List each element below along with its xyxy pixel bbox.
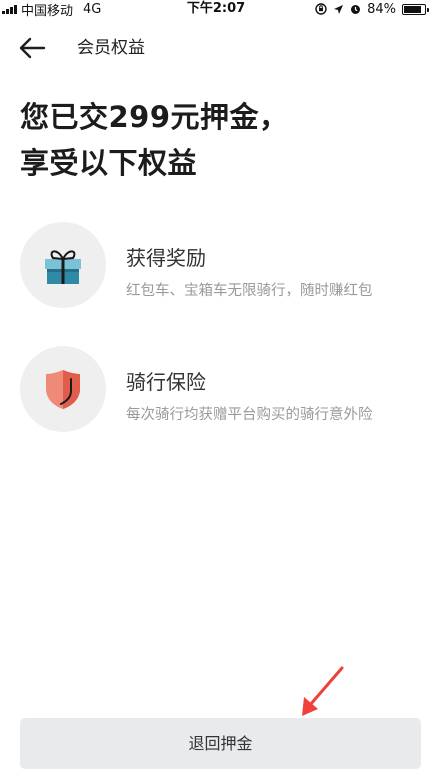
headline-line-2: 享受以下权益 (20, 146, 198, 180)
benefit-title: 骑行保险 (126, 370, 206, 394)
status-bar: 中国移动 4G 下午2:07 84% (0, 0, 432, 19)
status-right: 84% (315, 0, 429, 18)
battery-icon (402, 3, 429, 15)
benefit-item-reward: 获得奖励 红包车、宝箱车无限骑行，随时赚红包 (20, 222, 420, 312)
location-icon (334, 4, 344, 14)
page-title: 会员权益 (77, 38, 145, 58)
deposit-headline: 您已交299元押金， 享受以下权益 (20, 94, 420, 186)
benefit-title: 获得奖励 (126, 246, 206, 270)
headline-line-1: 您已交299元押金， (20, 100, 289, 134)
screen: 中国移动 4G 下午2:07 84% 会员权益 您已交299元押金， 享受以下权… (0, 0, 432, 779)
alarm-icon (351, 5, 361, 14)
gift-icon (45, 250, 81, 284)
pointer-arrow-annotation (302, 666, 344, 716)
benefit-description: 红包车、宝箱车无限骑行，随时赚红包 (126, 283, 373, 299)
benefit-icon-circle (20, 222, 106, 308)
battery-fill (404, 5, 421, 13)
benefit-item-insurance: 骑行保险 每次骑行均获赠平台购买的骑行意外险 (20, 346, 420, 436)
refund-deposit-button[interactable]: 退回押金 (20, 718, 421, 769)
back-button[interactable] (18, 36, 48, 60)
back-arrow-icon (19, 37, 46, 59)
shield-icon (46, 370, 80, 409)
benefit-description: 每次骑行均获赠平台购买的骑行意外险 (126, 407, 373, 423)
rotation-lock-icon (315, 3, 327, 15)
benefit-icon-circle (20, 346, 106, 432)
battery-percent: 84% (367, 1, 396, 17)
nav-bar: 会员权益 (0, 30, 432, 66)
